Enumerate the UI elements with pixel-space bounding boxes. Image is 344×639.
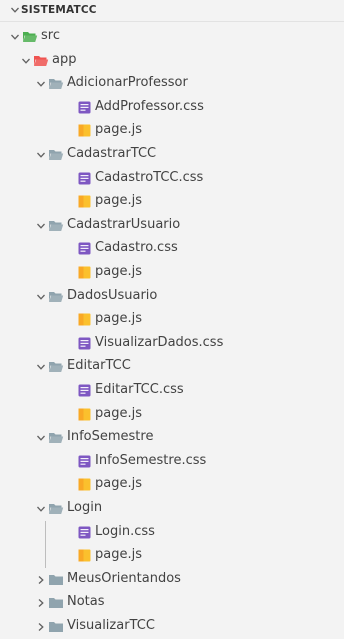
- tree-folder-row[interactable]: DadosUsuario: [0, 285, 344, 309]
- tree-item-label: Login.css: [95, 523, 155, 539]
- tree-file-row[interactable]: page.js: [0, 473, 344, 497]
- folder-open-icon: [48, 360, 64, 373]
- chevron-right-icon[interactable]: [36, 575, 46, 585]
- folder-open-icon: [48, 77, 64, 90]
- js-file-icon: [78, 266, 91, 279]
- tree-item-label: AdicionarProfessor: [67, 75, 188, 91]
- js-file-icon: [78, 124, 91, 137]
- chevron-down-icon[interactable]: [36, 362, 46, 372]
- chevron-down-icon[interactable]: [21, 56, 31, 66]
- tree-item-label: CadastroTCC.css: [95, 169, 204, 185]
- folder-closed-icon: [48, 620, 64, 633]
- tree-item-label: EditarTCC: [67, 358, 131, 374]
- js-file-icon: [78, 408, 91, 421]
- tree-folder-row[interactable]: src: [0, 25, 344, 49]
- chevron-down-icon[interactable]: [36, 150, 46, 160]
- tree-file-row[interactable]: VisualizarDados.css: [0, 332, 344, 356]
- tree-folder-row[interactable]: MeusOrientandos: [0, 568, 344, 592]
- tree-item-label: app: [52, 51, 77, 67]
- tree-file-row[interactable]: AddProfessor.css: [0, 96, 344, 120]
- chevron-right-icon[interactable]: [36, 598, 46, 608]
- tree-folder-row[interactable]: app: [0, 49, 344, 73]
- tree-folder-row[interactable]: Notas: [0, 591, 344, 615]
- css-file-icon: [78, 242, 91, 255]
- chevron-down-icon[interactable]: [36, 79, 46, 89]
- chevron-down-icon[interactable]: [36, 292, 46, 302]
- chevron-down-icon[interactable]: [36, 433, 46, 443]
- tree-item-label: VisualizarDados.css: [95, 334, 224, 350]
- indent-guide: [45, 520, 46, 568]
- tree-folder-row[interactable]: CadastrarUsuario: [0, 214, 344, 238]
- tree-file-row[interactable]: page.js: [0, 308, 344, 332]
- folder-open-icon: [48, 431, 64, 444]
- css-file-icon: [78, 455, 91, 468]
- tree-item-label: AddProfessor.css: [95, 98, 204, 114]
- chevron-right-icon[interactable]: [36, 622, 46, 632]
- chevron-down-icon[interactable]: [36, 504, 46, 514]
- tree-item-label: MeusOrientandos: [67, 570, 181, 586]
- tree-file-row[interactable]: page.js: [0, 190, 344, 214]
- tree-file-row[interactable]: page.js: [0, 261, 344, 285]
- tree-item-label: VisualizarTCC: [67, 618, 155, 633]
- workspace-title: SISTEMATCC: [21, 4, 97, 16]
- css-file-icon: [78, 172, 91, 185]
- tree-item-label: DadosUsuario: [67, 287, 158, 303]
- tree-file-row[interactable]: Cadastro.css: [0, 237, 344, 261]
- tree-item-label: Notas: [67, 594, 105, 610]
- tree-item-label: Login: [67, 500, 103, 515]
- chevron-down-icon[interactable]: [10, 32, 20, 42]
- tree-item-label: page.js: [95, 193, 142, 209]
- folder-closed-icon: [48, 596, 64, 609]
- tree-file-row[interactable]: Login.css: [0, 521, 344, 545]
- tree-file-row[interactable]: page.js: [0, 119, 344, 143]
- js-file-icon: [78, 478, 91, 491]
- tree-item-label: page.js: [95, 122, 142, 138]
- tree-item-label: page.js: [95, 476, 142, 492]
- tree-item-label: src: [41, 28, 60, 43]
- tree-file-row[interactable]: page.js: [0, 403, 344, 427]
- folder-closed-icon: [48, 573, 64, 586]
- tree-folder-row[interactable]: VisualizarTCC: [0, 615, 344, 639]
- css-file-icon: [78, 526, 91, 539]
- tree-item-label: InfoSemestre: [67, 429, 154, 445]
- explorer-header[interactable]: SISTEMATCC: [0, 0, 344, 22]
- app-folder-icon: [33, 54, 49, 67]
- tree-folder-row[interactable]: InfoSemestre: [0, 426, 344, 450]
- tree-folder-row[interactable]: CadastrarTCC: [0, 143, 344, 167]
- tree-file-row[interactable]: page.js: [0, 544, 344, 568]
- tree-file-row[interactable]: InfoSemestre.css: [0, 450, 344, 474]
- tree-folder-row[interactable]: AdicionarProfessor: [0, 72, 344, 96]
- css-file-icon: [78, 384, 91, 397]
- js-file-icon: [78, 313, 91, 326]
- css-file-icon: [78, 101, 91, 114]
- tree-folder-row[interactable]: EditarTCC: [0, 355, 344, 379]
- tree-file-row[interactable]: CadastroTCC.css: [0, 167, 344, 191]
- folder-open-icon: [48, 502, 64, 515]
- tree-item-label: CadastrarUsuario: [67, 216, 181, 232]
- chevron-down-icon[interactable]: [10, 5, 20, 15]
- js-file-icon: [78, 549, 91, 562]
- css-file-icon: [78, 337, 91, 350]
- tree-file-row[interactable]: EditarTCC.css: [0, 379, 344, 403]
- js-file-icon: [78, 195, 91, 208]
- tree-item-label: CadastrarTCC: [67, 146, 157, 161]
- src-folder-icon: [22, 30, 38, 43]
- folder-open-icon: [48, 219, 64, 232]
- tree-item-label: Cadastro.css: [95, 240, 178, 256]
- chevron-down-icon[interactable]: [36, 221, 46, 231]
- folder-open-icon: [48, 148, 64, 161]
- tree-item-label: page.js: [95, 405, 142, 421]
- tree-item-label: EditarTCC.css: [95, 382, 184, 397]
- tree-item-label: page.js: [95, 264, 142, 279]
- folder-open-icon: [48, 290, 64, 303]
- file-explorer: SISTEMATCC src app AdicionarProfessor AddPr…: [0, 0, 344, 633]
- tree-folder-row[interactable]: Login: [0, 497, 344, 521]
- tree-item-label: page.js: [95, 311, 142, 327]
- tree-item-label: InfoSemestre.css: [95, 452, 207, 468]
- tree-item-label: page.js: [95, 547, 142, 563]
